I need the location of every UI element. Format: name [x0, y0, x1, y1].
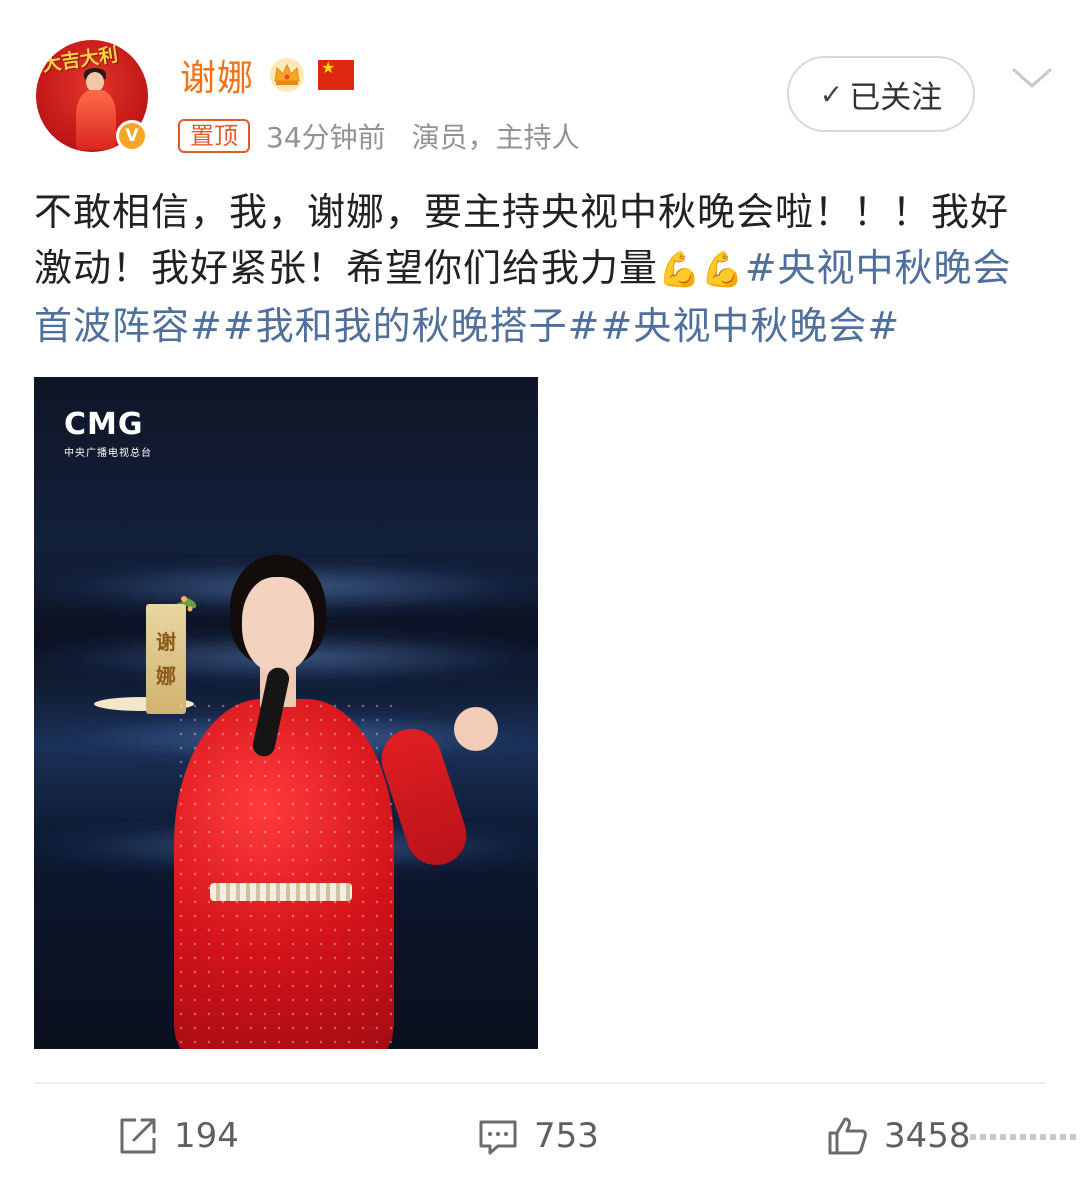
comment-count: 753 [534, 1116, 599, 1156]
weibo-post: 大吉大利 V 谢娜 ★ 置顶 34分钟前 演员，主持人 ✓ 已关注 不敢相信，我… [0, 0, 1080, 1186]
comment-icon [479, 1120, 517, 1155]
repost-button[interactable]: 194 [116, 1110, 239, 1162]
post-text: 不敢相信，我，谢娜，要主持央视中秋晚会啦！！！我好激动！我好紧张！希望你们给我力… [34, 184, 1046, 354]
chevron-down-icon[interactable] [1010, 64, 1054, 92]
user-name[interactable]: 谢娜 [180, 49, 254, 101]
follow-label: 已关注 [849, 79, 943, 116]
user-title: 演员，主持人 [411, 121, 580, 154]
comment-button[interactable]: 753 [476, 1110, 599, 1162]
post-image[interactable]: CMG 中央广播电视总台 谢 娜 [34, 377, 538, 1049]
like-icon [828, 1117, 867, 1155]
china-flag-icon: ★ [318, 60, 355, 90]
post-time: 34分钟前 [266, 121, 386, 154]
hashtag-link[interactable]: #央视中秋晚会# [601, 304, 901, 348]
avatar[interactable]: 大吉大利 V [36, 40, 148, 152]
name-row: 谢娜 ★ [180, 49, 355, 101]
check-icon: ✓ [819, 77, 844, 111]
verified-icon: V [116, 120, 148, 152]
crown-icon[interactable] [268, 57, 306, 93]
meta-row: 置顶 34分钟前 演员，主持人 [178, 116, 580, 156]
repost-icon [120, 1118, 156, 1154]
hashtag-link[interactable]: #我和我的秋晚搭子# [223, 304, 601, 348]
pinned-badge: 置顶 [178, 119, 250, 153]
cmg-logo: CMG 中央广播电视总台 [64, 407, 152, 459]
repost-count: 194 [174, 1116, 239, 1156]
like-button[interactable]: 3458 [826, 1110, 971, 1162]
like-count: 3458 [884, 1116, 971, 1156]
muscle-emoji: 💪💪 [658, 250, 745, 290]
follow-button[interactable]: ✓ 已关注 [787, 56, 975, 132]
divider [34, 1082, 1046, 1084]
singer-face [242, 577, 314, 673]
name-plaque: 谢 娜 [146, 604, 186, 714]
